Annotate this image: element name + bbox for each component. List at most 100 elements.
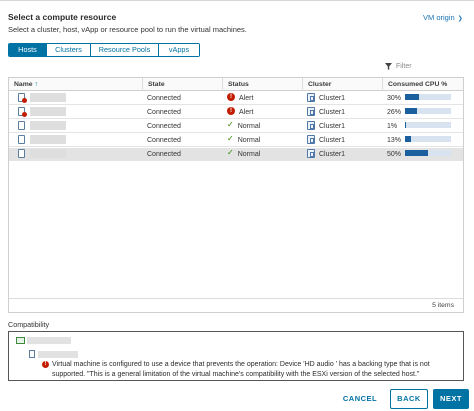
table-row[interactable]: Connected ✓ Normal Cluster1 50% — [9, 148, 463, 161]
filter-input[interactable]: Filter — [385, 63, 412, 70]
status-text: Normal — [237, 137, 261, 144]
datagrid-header: Name ↑ State Status Cluster Consumed CPU … — [9, 78, 463, 91]
compatibility-label: Compatibility — [8, 320, 50, 329]
cpu-percent: 1% — [387, 123, 398, 130]
top-divider — [0, 0, 474, 4]
page-subtitle: Select a cluster, host, vApp or resource… — [8, 25, 247, 34]
redacted-name — [27, 337, 71, 344]
column-header-status[interactable]: Status — [222, 78, 302, 91]
compatibility-message-text: Virtual machine is configured to use a d… — [52, 361, 430, 378]
cpu-cell: 1% — [382, 120, 463, 133]
cpu-percent: 50% — [387, 151, 402, 158]
status-cell: ✓ Normal — [222, 148, 302, 161]
cpu-cell: 26% — [382, 106, 463, 119]
column-header-name[interactable]: Name ↑ — [9, 78, 142, 91]
host-icon — [18, 120, 25, 130]
cluster-cell: Cluster1 — [302, 106, 382, 119]
cpu-usage-bar — [405, 150, 451, 157]
cpu-usage-fill — [405, 108, 417, 115]
state-cell: Connected — [147, 95, 181, 102]
status-cell: ! Alert — [222, 106, 302, 119]
tab-vapps[interactable]: vApps — [159, 44, 199, 56]
status-cell: ✓ Normal — [222, 120, 302, 133]
host-name-cell — [9, 92, 142, 105]
resource-type-tabs: Hosts Clusters Resource Pools vApps — [8, 43, 200, 57]
column-header-cluster[interactable]: Cluster — [302, 78, 382, 91]
table-row[interactable]: Connected ✓ Normal Cluster1 1% — [9, 120, 463, 133]
status-cell: ✓ Normal — [222, 134, 302, 147]
cpu-usage-bar — [405, 136, 451, 143]
state-cell: Connected — [147, 137, 181, 144]
alert-icon: ! — [227, 93, 235, 102]
column-header-consumed-cpu[interactable]: Consumed CPU % — [382, 78, 463, 91]
host-alert-icon — [18, 106, 27, 117]
cpu-cell: 30% — [382, 92, 463, 105]
cpu-usage-fill — [405, 94, 419, 101]
compat-tree-host — [29, 350, 78, 358]
filter-icon — [385, 63, 392, 70]
check-icon: ✓ — [227, 134, 234, 144]
chevron-right-icon: ❯ — [457, 16, 463, 22]
redacted-host-name — [30, 120, 66, 130]
cancel-button[interactable]: CANCEL — [337, 389, 383, 409]
cluster-cell: Cluster1 — [302, 134, 382, 147]
status-text: Alert — [239, 109, 254, 116]
next-button[interactable]: NEXT — [433, 389, 469, 409]
check-icon: ✓ — [227, 148, 234, 158]
host-icon — [29, 350, 35, 358]
cpu-usage-fill — [405, 150, 428, 157]
host-name-cell — [9, 148, 142, 161]
cluster-icon — [307, 148, 315, 158]
cpu-percent: 30% — [387, 95, 402, 102]
alert-icon: ! — [42, 361, 49, 368]
status-text: Normal — [237, 123, 261, 130]
tab-resource-pools[interactable]: Resource Pools — [91, 44, 159, 56]
table-row[interactable]: Connected ! Alert Cluster1 26% — [9, 106, 463, 119]
cluster-name: Cluster1 — [319, 95, 346, 102]
cluster-name: Cluster1 — [319, 137, 346, 144]
hosts-datagrid: Name ↑ State Status Cluster Consumed CPU … — [8, 77, 464, 313]
status-text: Normal — [237, 151, 261, 158]
cluster-name: Cluster1 — [319, 109, 346, 116]
host-icon — [18, 148, 25, 158]
cpu-percent: 26% — [387, 109, 402, 116]
back-button[interactable]: BACK — [390, 389, 428, 409]
compat-tree-root — [16, 337, 71, 344]
cpu-usage-bar — [405, 94, 451, 101]
vm-origin-link[interactable]: VM origin ❯ — [423, 13, 463, 22]
tab-clusters[interactable]: Clusters — [47, 44, 91, 56]
host-name-cell — [9, 106, 142, 119]
redacted-host-name — [30, 92, 66, 102]
compatibility-message: ! Virtual machine is configured to use a… — [42, 360, 462, 380]
redacted-host-name — [30, 134, 66, 144]
sort-ascending-icon: ↑ — [34, 81, 38, 88]
cluster-name: Cluster1 — [319, 151, 346, 158]
datacenter-icon — [16, 337, 25, 344]
redacted-name — [38, 350, 78, 358]
state-cell: Connected — [147, 123, 181, 130]
column-header-state[interactable]: State — [142, 78, 222, 91]
item-count: 5 items — [9, 298, 463, 312]
tab-hosts[interactable]: Hosts — [9, 44, 47, 56]
redacted-host-name — [30, 106, 66, 116]
cluster-icon — [307, 92, 315, 102]
status-cell: ! Alert — [222, 92, 302, 105]
host-alert-icon — [18, 92, 27, 103]
cpu-cell: 13% — [382, 134, 463, 147]
table-row[interactable]: Connected ✓ Normal Cluster1 13% — [9, 134, 463, 147]
filter-placeholder: Filter — [396, 63, 412, 70]
cluster-name: Cluster1 — [319, 123, 346, 130]
cpu-usage-bar — [405, 122, 451, 129]
cpu-cell: 50% — [382, 148, 463, 161]
cpu-usage-bar — [405, 108, 451, 115]
cluster-icon — [307, 134, 315, 144]
host-name-cell — [9, 134, 142, 147]
table-row[interactable]: Connected ! Alert Cluster1 30% — [9, 92, 463, 105]
page-title: Select a compute resource — [8, 12, 117, 22]
alert-icon: ! — [227, 107, 235, 116]
status-text: Alert — [239, 95, 254, 102]
cluster-cell: Cluster1 — [302, 148, 382, 161]
state-cell: Connected — [147, 151, 181, 158]
cluster-icon — [307, 120, 315, 130]
host-icon — [18, 134, 25, 144]
